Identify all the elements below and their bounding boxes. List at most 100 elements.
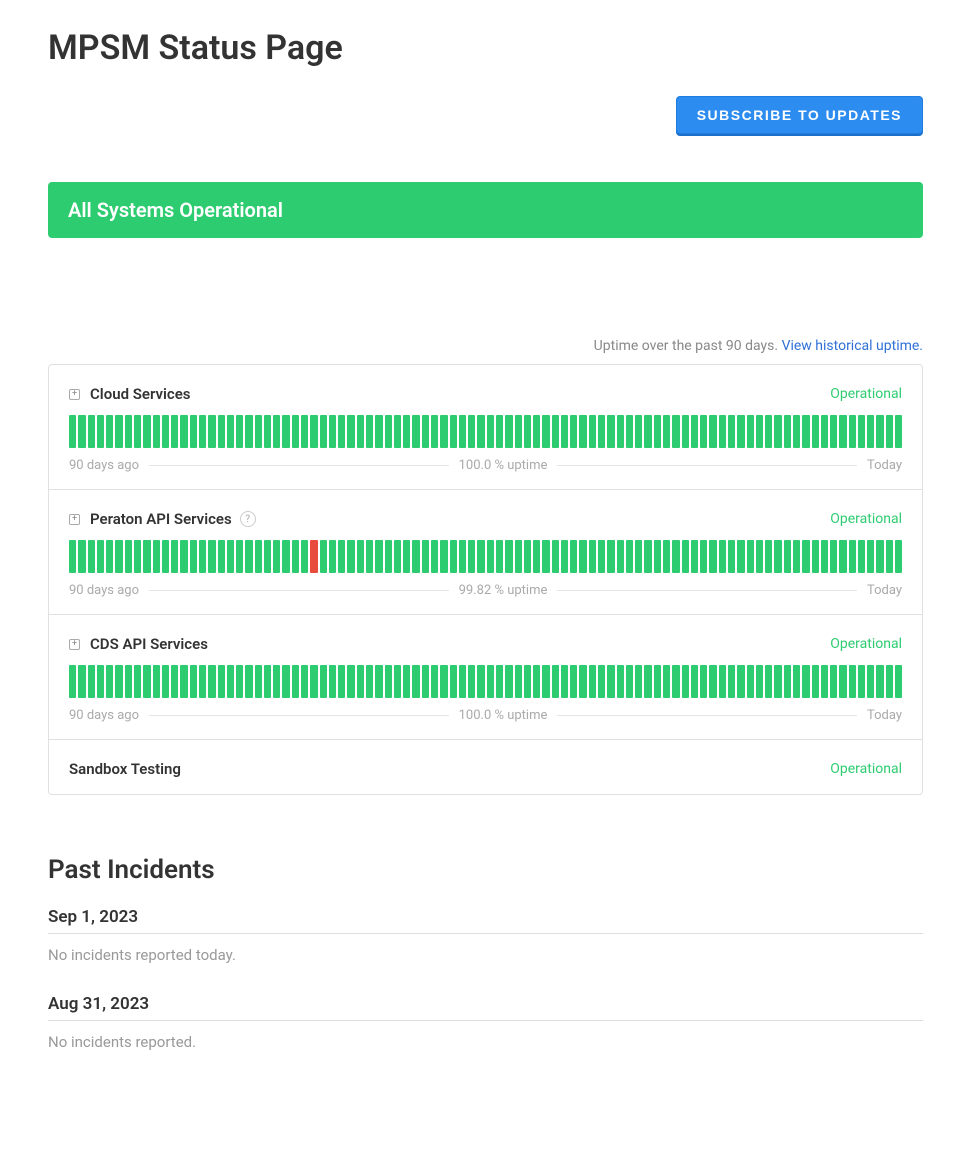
uptime-day-bar[interactable] <box>895 415 902 448</box>
uptime-day-bar[interactable] <box>774 540 781 573</box>
uptime-day-bar[interactable] <box>858 665 865 698</box>
uptime-day-bar[interactable] <box>839 665 846 698</box>
uptime-day-bar[interactable] <box>607 665 614 698</box>
uptime-day-bar[interactable] <box>320 415 327 448</box>
uptime-day-bar[interactable] <box>515 540 522 573</box>
uptime-day-bar[interactable] <box>199 665 206 698</box>
uptime-day-bar[interactable] <box>153 540 160 573</box>
uptime-day-bar[interactable] <box>756 415 763 448</box>
uptime-day-bar[interactable] <box>412 540 419 573</box>
uptime-day-bar[interactable] <box>106 415 113 448</box>
expand-icon[interactable]: + <box>69 389 80 400</box>
uptime-day-bar[interactable] <box>515 415 522 448</box>
uptime-day-bar[interactable] <box>264 540 271 573</box>
uptime-day-bar[interactable] <box>895 665 902 698</box>
uptime-day-bar[interactable] <box>691 540 698 573</box>
uptime-day-bar[interactable] <box>88 665 95 698</box>
uptime-day-bar[interactable] <box>180 415 187 448</box>
uptime-day-bar[interactable] <box>747 415 754 448</box>
uptime-day-bar[interactable] <box>245 540 252 573</box>
uptime-day-bar[interactable] <box>180 540 187 573</box>
uptime-day-bar[interactable] <box>635 415 642 448</box>
uptime-day-bar[interactable] <box>839 415 846 448</box>
uptime-day-bar[interactable] <box>895 540 902 573</box>
uptime-day-bar[interactable] <box>719 415 726 448</box>
uptime-day-bar[interactable] <box>561 540 568 573</box>
uptime-day-bar[interactable] <box>654 665 661 698</box>
uptime-day-bar[interactable] <box>477 665 484 698</box>
uptime-day-bar[interactable] <box>78 415 85 448</box>
uptime-day-bar[interactable] <box>468 665 475 698</box>
uptime-day-bar[interactable] <box>821 665 828 698</box>
uptime-day-bar[interactable] <box>440 415 447 448</box>
uptime-day-bar[interactable] <box>691 665 698 698</box>
uptime-day-bar[interactable] <box>236 415 243 448</box>
uptime-day-bar[interactable] <box>561 415 568 448</box>
uptime-day-bar[interactable] <box>236 540 243 573</box>
uptime-day-bar[interactable] <box>153 415 160 448</box>
uptime-day-bar[interactable] <box>626 415 633 448</box>
uptime-day-bar[interactable] <box>784 415 791 448</box>
uptime-day-bar[interactable] <box>709 415 716 448</box>
uptime-day-bar[interactable] <box>812 665 819 698</box>
uptime-day-bar[interactable] <box>162 415 169 448</box>
uptime-day-bar[interactable] <box>134 415 141 448</box>
uptime-day-bar[interactable] <box>357 415 364 448</box>
uptime-day-bar[interactable] <box>450 415 457 448</box>
uptime-day-bar[interactable] <box>468 415 475 448</box>
uptime-day-bar[interactable] <box>719 540 726 573</box>
uptime-day-bar[interactable] <box>329 415 336 448</box>
uptime-day-bar[interactable] <box>886 665 893 698</box>
uptime-day-bar[interactable] <box>431 665 438 698</box>
uptime-day-bar[interactable] <box>644 665 651 698</box>
uptime-day-bar[interactable] <box>190 540 197 573</box>
uptime-day-bar[interactable] <box>728 540 735 573</box>
uptime-day-bar[interactable] <box>329 665 336 698</box>
uptime-day-bar[interactable] <box>394 415 401 448</box>
uptime-day-bar[interactable] <box>69 540 76 573</box>
uptime-day-bar[interactable] <box>245 415 252 448</box>
uptime-day-bar[interactable] <box>756 540 763 573</box>
uptime-day-bar[interactable] <box>747 665 754 698</box>
uptime-day-bar[interactable] <box>459 415 466 448</box>
uptime-day-bar[interactable] <box>505 415 512 448</box>
uptime-day-bar[interactable] <box>329 540 336 573</box>
subscribe-button[interactable]: SUBSCRIBE TO UPDATES <box>676 96 923 134</box>
uptime-day-bar[interactable] <box>524 540 531 573</box>
uptime-day-bar[interactable] <box>663 665 670 698</box>
uptime-day-bar[interactable] <box>830 665 837 698</box>
uptime-day-bar[interactable] <box>171 665 178 698</box>
uptime-day-bar[interactable] <box>663 540 670 573</box>
uptime-day-bar[interactable] <box>403 665 410 698</box>
uptime-day-bar[interactable] <box>570 665 577 698</box>
uptime-day-bar[interactable] <box>542 415 549 448</box>
uptime-day-bar[interactable] <box>830 415 837 448</box>
uptime-day-bar[interactable] <box>672 540 679 573</box>
uptime-day-bar[interactable] <box>264 415 271 448</box>
uptime-day-bar[interactable] <box>598 540 605 573</box>
uptime-day-bar[interactable] <box>190 415 197 448</box>
uptime-day-bar[interactable] <box>403 540 410 573</box>
uptime-day-bar[interactable] <box>440 665 447 698</box>
uptime-day-bar[interactable] <box>487 540 494 573</box>
uptime-day-bar[interactable] <box>654 540 661 573</box>
uptime-day-bar[interactable] <box>533 415 540 448</box>
uptime-day-bar[interactable] <box>774 415 781 448</box>
uptime-day-bar[interactable] <box>273 540 280 573</box>
uptime-day-bar[interactable] <box>570 540 577 573</box>
uptime-day-bar[interactable] <box>542 665 549 698</box>
uptime-day-bar[interactable] <box>728 665 735 698</box>
uptime-day-bar[interactable] <box>700 415 707 448</box>
uptime-day-bar[interactable] <box>115 540 122 573</box>
uptime-day-bar[interactable] <box>255 665 262 698</box>
uptime-day-bar[interactable] <box>570 415 577 448</box>
uptime-day-bar[interactable] <box>301 665 308 698</box>
uptime-day-bar[interactable] <box>422 540 429 573</box>
uptime-day-bar[interactable] <box>282 540 289 573</box>
uptime-day-bar[interactable] <box>849 540 856 573</box>
uptime-day-bar[interactable] <box>737 665 744 698</box>
uptime-day-bar[interactable] <box>134 540 141 573</box>
uptime-day-bar[interactable] <box>394 540 401 573</box>
uptime-day-bar[interactable] <box>125 540 132 573</box>
uptime-day-bar[interactable] <box>227 665 234 698</box>
